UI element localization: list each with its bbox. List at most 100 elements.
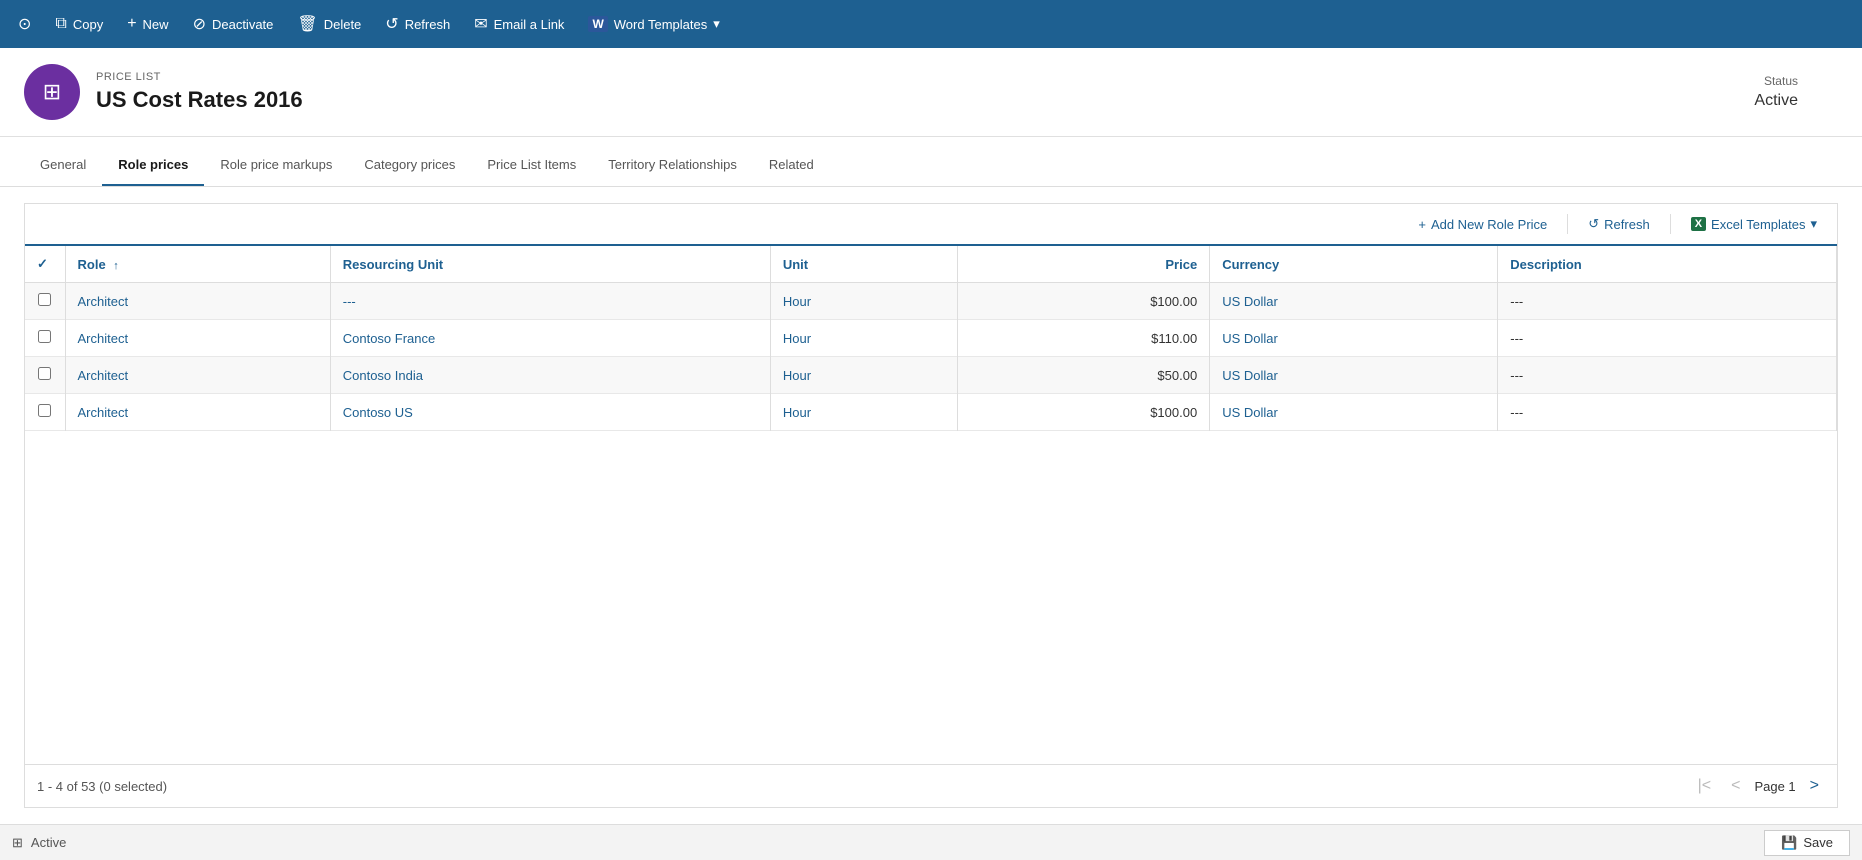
record-header: ⊞ PRICE LIST US Cost Rates 2016 Status A… [0, 48, 1862, 137]
role-prices-table: ✓ Role ↑ Resourcing Unit Unit [25, 246, 1837, 431]
description-column-header[interactable]: Description [1498, 246, 1837, 283]
description-cell-1: --- [1498, 320, 1837, 357]
copy-icon: ⧉ [55, 15, 66, 33]
page-label: Page 1 [1754, 779, 1795, 794]
excel-templates-button[interactable]: X Excel Templates ▾ [1683, 212, 1825, 236]
sort-icon: ↑ [113, 260, 119, 272]
row-checkbox-1[interactable] [25, 320, 65, 357]
nav-icon: ⊙ [18, 14, 31, 34]
next-page-button[interactable]: > [1804, 775, 1825, 797]
refresh-label: Refresh [405, 17, 451, 32]
row-checkbox-2[interactable] [25, 357, 65, 394]
price-column-header[interactable]: Price [957, 246, 1210, 283]
word-icon: W [588, 16, 607, 32]
refresh-icon: ↺ [385, 14, 398, 34]
price-cell-3: $100.00 [957, 394, 1210, 431]
checkbox-1[interactable] [38, 330, 51, 343]
delete-label: Delete [324, 17, 362, 32]
prev-page-button[interactable]: < [1725, 775, 1746, 797]
resourcing-unit-column-header[interactable]: Resourcing Unit [330, 246, 770, 283]
role-cell-0[interactable]: Architect [65, 283, 330, 320]
delete-button[interactable]: 🗑 Delete [287, 8, 371, 40]
checkbox-2[interactable] [38, 367, 51, 380]
resourcing-unit-cell-2[interactable]: Contoso India [330, 357, 770, 394]
currency-column-header[interactable]: Currency [1210, 246, 1498, 283]
table-row: Architect Contoso India Hour $50.00 US D… [25, 357, 1837, 394]
tab-role-price-markups[interactable]: Role price markups [204, 145, 348, 186]
table-row: Architect Contoso US Hour $100.00 US Dol… [25, 394, 1837, 431]
tab-category-prices[interactable]: Category prices [348, 145, 471, 186]
description-cell-3: --- [1498, 394, 1837, 431]
deactivate-button[interactable]: ⊘ Deactivate [183, 8, 284, 40]
record-title: US Cost Rates 2016 [96, 87, 1754, 113]
checkbox-3[interactable] [38, 404, 51, 417]
price-cell-2: $50.00 [957, 357, 1210, 394]
resourcing-unit-cell-0[interactable]: --- [330, 283, 770, 320]
record-info: PRICE LIST US Cost Rates 2016 [96, 71, 1754, 113]
page-nav: |< < Page 1 > [1692, 775, 1825, 797]
refresh-button[interactable]: ↺ Refresh [375, 8, 460, 40]
tab-role-prices[interactable]: Role prices [102, 145, 204, 186]
role-cell-3[interactable]: Architect [65, 394, 330, 431]
grid-refresh-button[interactable]: ↺ Refresh [1580, 212, 1657, 236]
description-cell-0: --- [1498, 283, 1837, 320]
word-templates-button[interactable]: W Word Templates ▾ [578, 10, 729, 38]
description-cell-2: --- [1498, 357, 1837, 394]
avatar: ⊞ [24, 64, 80, 120]
tab-territory-relationships[interactable]: Territory Relationships [592, 145, 753, 186]
excel-templates-label: Excel Templates [1711, 217, 1805, 232]
tab-price-list-items[interactable]: Price List Items [471, 145, 592, 186]
role-column-header[interactable]: Role ↑ [65, 246, 330, 283]
price-cell-0: $100.00 [957, 283, 1210, 320]
price-cell-1: $110.00 [957, 320, 1210, 357]
tab-general[interactable]: General [24, 145, 102, 186]
add-new-role-price-button[interactable]: + Add New Role Price [1410, 213, 1555, 236]
role-cell-1[interactable]: Architect [65, 320, 330, 357]
add-icon: + [1418, 217, 1426, 232]
copy-button[interactable]: ⧉ Copy [45, 9, 113, 39]
new-label: New [143, 17, 169, 32]
record-type-label: PRICE LIST [96, 71, 1754, 83]
role-cell-2[interactable]: Architect [65, 357, 330, 394]
currency-cell-3[interactable]: US Dollar [1210, 394, 1498, 431]
nav-back-button[interactable]: ⊙ [8, 8, 41, 40]
add-new-label: Add New Role Price [1431, 217, 1547, 232]
resourcing-unit-cell-1[interactable]: Contoso France [330, 320, 770, 357]
unit-cell-1[interactable]: Hour [770, 320, 957, 357]
unit-column-header[interactable]: Unit [770, 246, 957, 283]
unit-cell-3[interactable]: Hour [770, 394, 957, 431]
new-button[interactable]: + New [117, 9, 178, 39]
new-icon: + [127, 15, 136, 33]
checkbox-0[interactable] [38, 293, 51, 306]
toolbar-separator-2 [1670, 214, 1671, 234]
status-bar-right: 💾 Save [1764, 830, 1850, 856]
status-label: Status [1754, 74, 1798, 88]
save-icon: 💾 [1781, 835, 1797, 851]
currency-cell-2[interactable]: US Dollar [1210, 357, 1498, 394]
row-checkbox-0[interactable] [25, 283, 65, 320]
record-type-icon: ⊞ [43, 79, 61, 105]
save-button[interactable]: 💾 Save [1764, 830, 1850, 856]
grid-refresh-label: Refresh [1604, 217, 1650, 232]
grid-toolbar: + Add New Role Price ↺ Refresh X Excel T… [25, 204, 1837, 246]
currency-cell-1[interactable]: US Dollar [1210, 320, 1498, 357]
email-link-button[interactable]: ✉ Email a Link [464, 8, 574, 40]
toolbar: ⊙ ⧉ Copy + New ⊘ Deactivate 🗑 Delete ↺ R… [0, 0, 1862, 48]
pagination-summary: 1 - 4 of 53 (0 selected) [37, 779, 167, 794]
check-all-header[interactable]: ✓ [25, 246, 65, 283]
unit-cell-2[interactable]: Hour [770, 357, 957, 394]
unit-cell-0[interactable]: Hour [770, 283, 957, 320]
currency-cell-0[interactable]: US Dollar [1210, 283, 1498, 320]
excel-chevron-icon: ▾ [1810, 216, 1817, 232]
row-checkbox-3[interactable] [25, 394, 65, 431]
main-content: ⊞ PRICE LIST US Cost Rates 2016 Status A… [0, 48, 1862, 824]
excel-icon: X [1691, 217, 1706, 231]
email-icon: ✉ [474, 14, 487, 34]
resourcing-unit-cell-3[interactable]: Contoso US [330, 394, 770, 431]
first-page-button[interactable]: |< [1692, 775, 1718, 797]
pagination: 1 - 4 of 53 (0 selected) |< < Page 1 > [25, 764, 1837, 807]
status-value: Active [1754, 92, 1798, 110]
grid-container: + Add New Role Price ↺ Refresh X Excel T… [24, 203, 1838, 808]
status-bar-icon: ⊞ [12, 835, 23, 851]
tab-related[interactable]: Related [753, 145, 830, 186]
